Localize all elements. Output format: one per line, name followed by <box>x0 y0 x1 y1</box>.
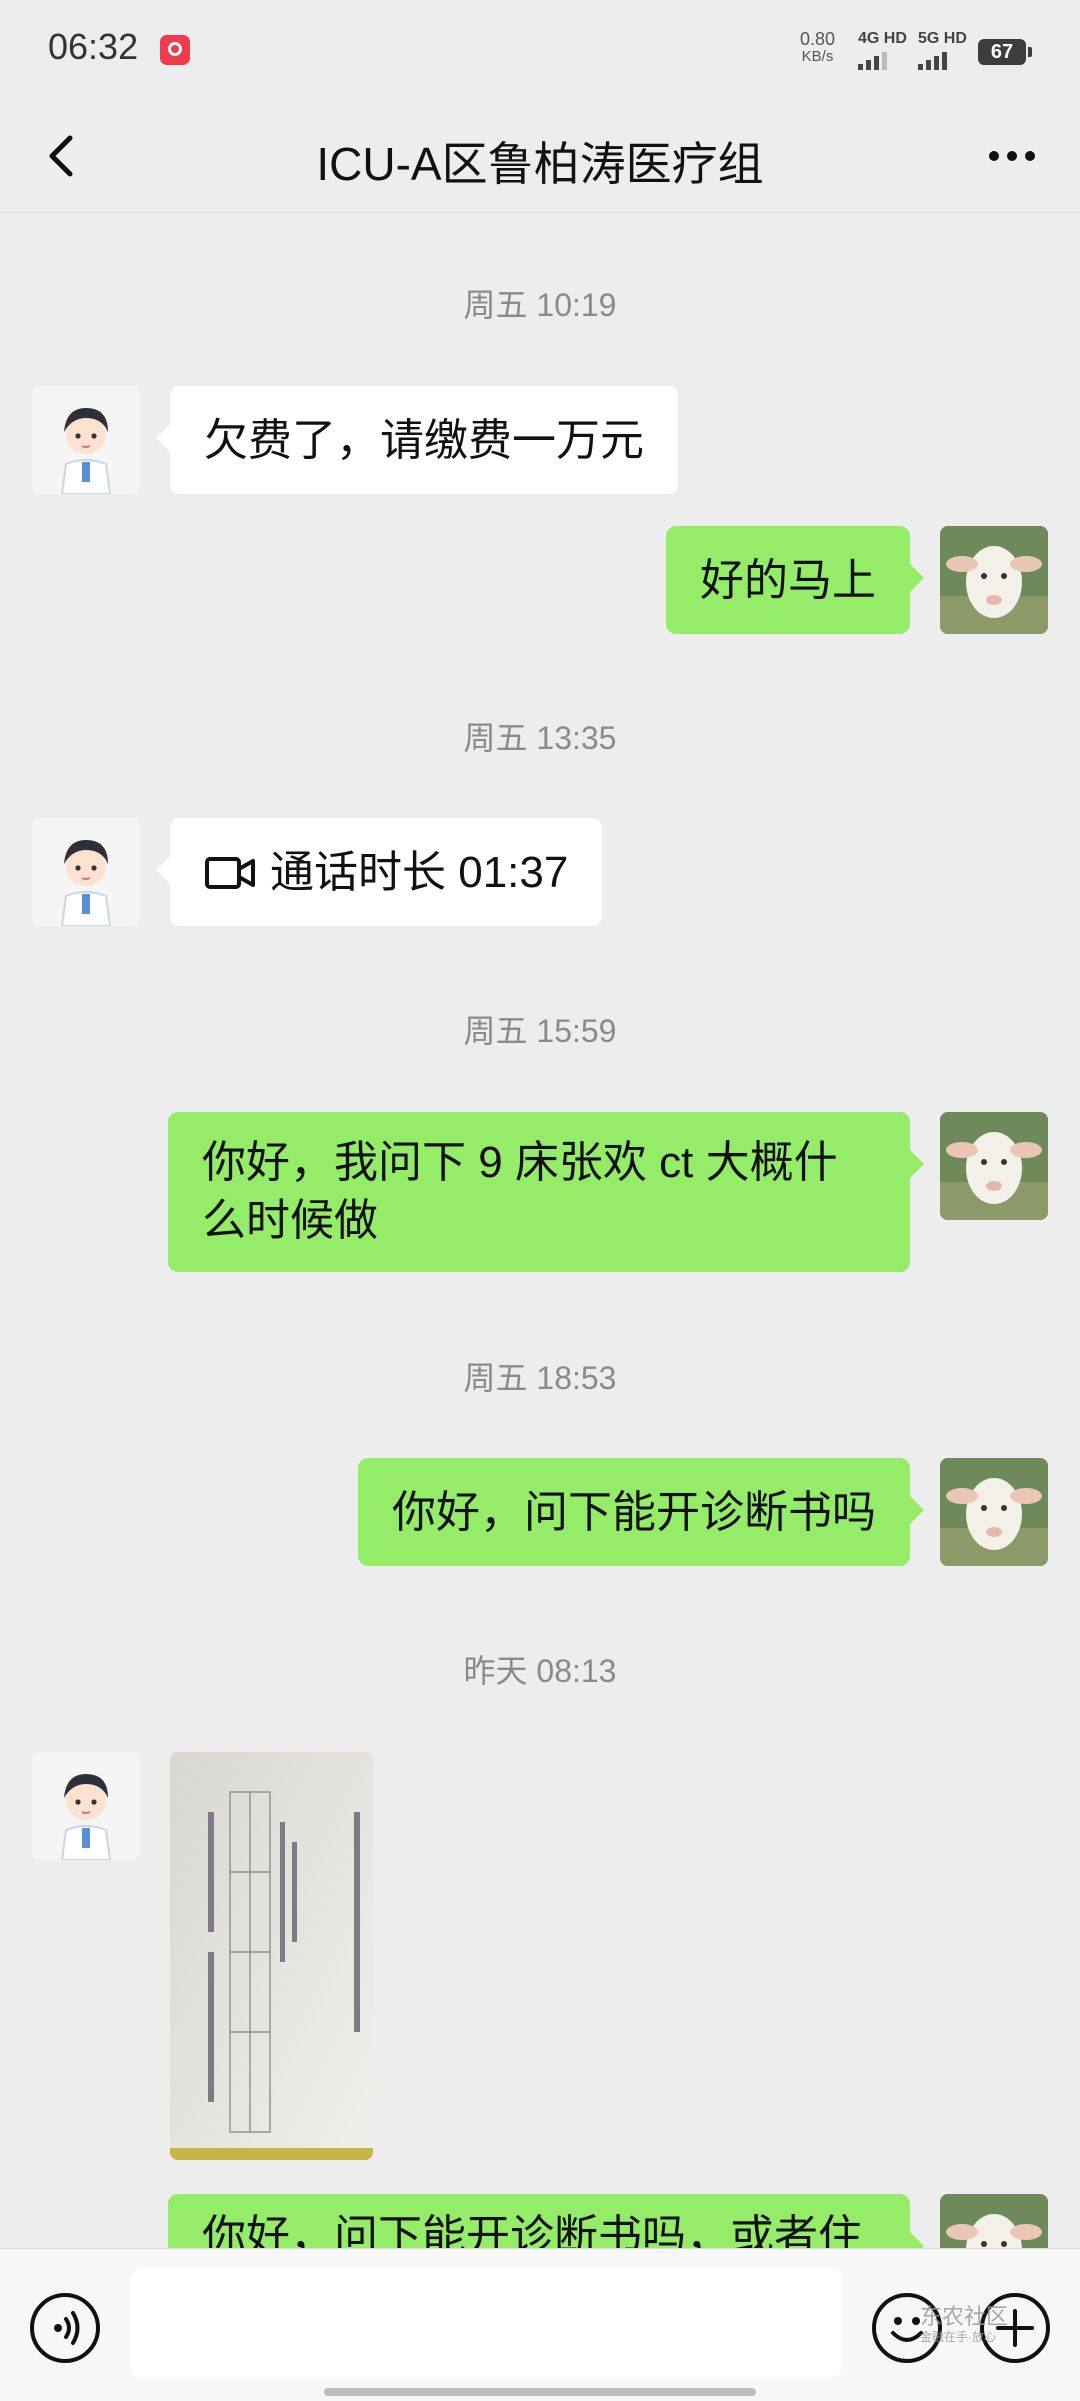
timestamp: 周五 18:53 <box>463 1360 617 1396</box>
watermark-line-2: 金融在手·放心 <box>920 2330 996 2344</box>
self-avatar[interactable] <box>940 1112 1048 1220</box>
timestamp: 周五 15:59 <box>463 1013 617 1049</box>
signal-label-1: 4G HD <box>858 30 907 47</box>
network-speed-unit: KB/s <box>801 48 834 65</box>
call-duration-text: 通话时长 01:37 <box>270 848 569 897</box>
signal-bars-icon <box>858 52 907 70</box>
timestamp: 周五 13:35 <box>463 720 617 756</box>
video-call-icon <box>205 857 255 889</box>
signal-label-2: 5G HD <box>918 30 967 47</box>
self-avatar[interactable] <box>940 1458 1048 1566</box>
watermark: 东农社区 金融在手·放心 <box>920 2304 1009 2347</box>
watermark-line-1: 东农社区 <box>920 2304 1009 2329</box>
app-notification-icon <box>160 35 190 65</box>
more-button[interactable] <box>972 124 1052 188</box>
message-bubble-outgoing[interactable]: 你好，问下能开诊断书吗 <box>358 1458 924 1566</box>
signal-bars-icon <box>918 52 967 70</box>
status-bar: 06:32 0.80 KB/s 4G HD 5G HD 67 <box>0 0 1080 100</box>
voice-input-button[interactable] <box>30 2293 100 2363</box>
lamb-avatar-icon <box>940 526 1048 634</box>
status-time: 06:32 <box>48 26 139 67</box>
message-input[interactable] <box>130 2269 842 2377</box>
image-message[interactable] <box>170 1752 373 2160</box>
message-bubble-outgoing[interactable]: 你好，我问下 9 床张欢 ct 大概什么时候做 <box>168 1112 924 1272</box>
voice-icon <box>54 2311 80 2345</box>
doctor-avatar-icon <box>32 818 140 926</box>
chat-title: ICU-A区鲁柏涛医疗组 <box>316 138 764 190</box>
timestamp: 昨天 08:13 <box>463 1653 617 1689</box>
signal-indicator-1: 4G HD <box>858 30 907 70</box>
contact-avatar[interactable] <box>32 386 140 494</box>
call-record-bubble[interactable]: 通话时长 01:37 <box>155 818 603 926</box>
network-speed-value: 0.80 <box>800 29 836 49</box>
lamb-avatar-icon <box>940 1112 1048 1220</box>
contact-avatar[interactable] <box>32 818 140 926</box>
lamb-avatar-icon <box>940 1458 1048 1566</box>
document-photo-icon <box>170 1752 373 2160</box>
signal-indicator-2: 5G HD <box>918 30 967 70</box>
doctor-avatar-icon <box>32 386 140 494</box>
battery-icon: 67 <box>978 39 1032 65</box>
contact-avatar[interactable] <box>32 1752 140 1860</box>
input-bar: 东农社区 金融在手·放心 <box>0 2248 1080 2401</box>
more-icon <box>989 151 1035 161</box>
self-avatar[interactable] <box>940 526 1048 634</box>
timestamp: 周五 10:19 <box>463 287 617 323</box>
message-text: 你好，问下能开诊断书吗 <box>392 1488 876 1537</box>
message-text: 欠费了，请缴费一万元 <box>204 416 644 465</box>
message-bubble-incoming[interactable]: 欠费了，请缴费一万元 <box>156 386 678 494</box>
home-indicator[interactable] <box>324 2388 756 2396</box>
doctor-avatar-icon <box>32 1752 140 1860</box>
message-text: 好的马上 <box>700 556 876 605</box>
network-speed: 0.80 KB/s <box>800 30 835 66</box>
chat-header: ICU-A区鲁柏涛医疗组 <box>0 100 1080 213</box>
message-bubble-outgoing[interactable]: 好的马上 <box>666 526 924 634</box>
message-text: 你好，我问下 9 床张欢 ct 大概什么时候做 <box>202 1138 838 1245</box>
